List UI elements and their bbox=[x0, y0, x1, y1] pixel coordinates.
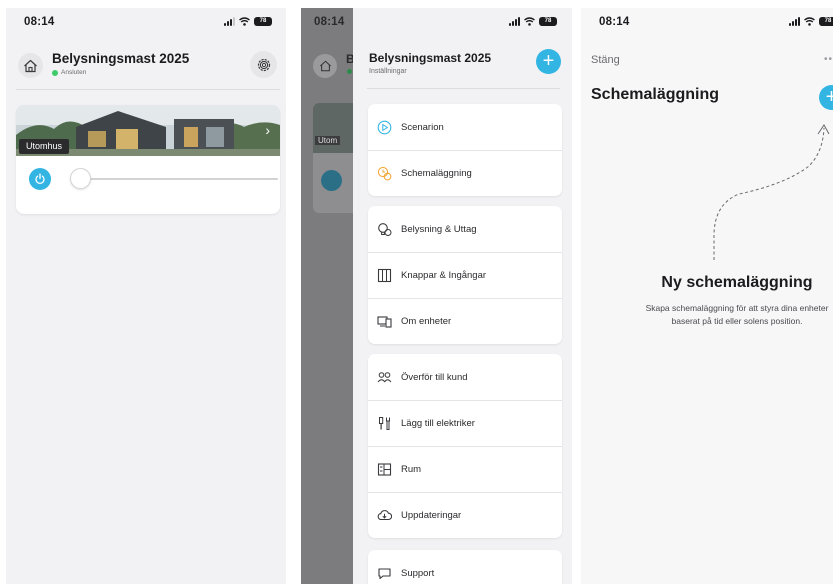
menu-item-om-enheter[interactable]: Om enheter bbox=[368, 298, 562, 344]
menu-item-rum[interactable]: Rum bbox=[368, 446, 562, 492]
settings-drawer: 78 Belysningsmast 2025 Inställningar + S… bbox=[353, 8, 572, 584]
home-icon bbox=[313, 54, 337, 78]
status-time: 08:14 bbox=[314, 16, 345, 28]
obscured-device-card: Utom bbox=[313, 103, 353, 213]
schedule-screen: 08:14 78 Stäng •• Schemaläggning + Ny sc… bbox=[581, 8, 833, 584]
settings-button[interactable] bbox=[250, 51, 277, 78]
menu-item-schemalaggning[interactable]: Schemaläggning bbox=[368, 150, 562, 196]
status-dot bbox=[347, 69, 352, 74]
connection-status: Ansluten bbox=[52, 69, 86, 76]
plus-icon: + bbox=[542, 50, 555, 72]
menu-item-label: Om enheter bbox=[401, 316, 452, 327]
menu-item-label: Support bbox=[401, 567, 435, 579]
add-button[interactable]: + bbox=[536, 49, 561, 74]
brightness-slider-thumb[interactable] bbox=[70, 168, 91, 189]
home-icon bbox=[24, 59, 37, 72]
wifi-icon bbox=[239, 17, 250, 26]
menu-item-uppdateringar[interactable]: Uppdateringar bbox=[368, 492, 562, 538]
dashed-arrow-icon bbox=[713, 124, 830, 260]
lightbulb-icon bbox=[377, 222, 392, 237]
drawer-subtitle: Inställningar bbox=[369, 68, 407, 75]
header-divider bbox=[367, 88, 560, 89]
menu-item-label: Scenarion bbox=[401, 121, 444, 133]
connection-status-label: Ansluten bbox=[61, 69, 87, 76]
menu-group-1: Scenarion Schemaläggning bbox=[368, 104, 562, 196]
drawer-title: Belysningsmast 2025 bbox=[369, 51, 492, 65]
devices-icon bbox=[377, 314, 392, 329]
empty-state-description-line2: baserat på tid eller solens position. bbox=[671, 315, 803, 326]
power-button[interactable] bbox=[29, 168, 51, 190]
gear-icon bbox=[257, 58, 270, 71]
tools-icon bbox=[377, 416, 392, 431]
signal-icon bbox=[509, 17, 520, 26]
obscured-device-name: Utom bbox=[315, 136, 341, 145]
device-photo bbox=[313, 103, 353, 153]
menu-item-label: Lägg till elektriker bbox=[401, 418, 475, 429]
power-icon bbox=[321, 170, 342, 191]
device-name: Utomhus bbox=[19, 139, 70, 154]
menu-item-knappar-ingangar[interactable]: Knappar & Ingångar bbox=[368, 252, 562, 298]
chevron-right-icon[interactable]: › bbox=[265, 122, 270, 138]
status-time: 08:14 bbox=[24, 16, 55, 28]
status-bar: 08:14 78 bbox=[6, 8, 286, 38]
empty-state-description-line1: Skapa schemaläggning för att styra dina … bbox=[645, 303, 829, 313]
empty-state-description: Skapa schemaläggning för att styra dina … bbox=[581, 302, 833, 327]
play-circle-icon bbox=[377, 120, 392, 135]
menu-item-label: Överför till kund bbox=[401, 371, 468, 383]
page-title: Belysningsmast 2025 bbox=[52, 51, 190, 66]
transfer-users-icon bbox=[377, 370, 392, 385]
signal-icon bbox=[224, 17, 235, 26]
battery-icon: 78 bbox=[254, 17, 272, 26]
status-dot bbox=[52, 69, 58, 76]
status-icons: 78 bbox=[224, 17, 272, 26]
menu-item-label: Schemaläggning bbox=[401, 168, 472, 179]
menu-item-belysning-uttag[interactable]: Belysning & Uttag bbox=[368, 206, 562, 252]
menu-item-support[interactable]: Support bbox=[368, 550, 562, 584]
chat-bubble-icon bbox=[377, 566, 392, 581]
schedule-icon bbox=[377, 166, 392, 181]
brightness-slider-track[interactable] bbox=[71, 178, 278, 180]
status-icons: 78 bbox=[509, 17, 557, 26]
empty-state-title: Ny schemaläggning bbox=[661, 274, 813, 291]
menu-group-3: Överför till kund Lägg till elektriker R… bbox=[368, 354, 562, 538]
menu-group-2: Belysning & Uttag Knappar & Ingångar Om … bbox=[368, 206, 562, 344]
cloud-download-icon bbox=[377, 508, 392, 523]
power-icon bbox=[35, 173, 45, 185]
menu-item-label: Rum bbox=[401, 464, 422, 475]
menu-item-label: Uppdateringar bbox=[401, 510, 462, 521]
menu-item-label: Knappar & Ingångar bbox=[401, 270, 487, 281]
menu-item-label: Belysning & Uttag bbox=[401, 223, 477, 235]
dimmed-background[interactable]: 08:14 B Utom bbox=[301, 8, 355, 584]
menu-group-4: Support bbox=[368, 550, 562, 584]
battery-icon: 78 bbox=[539, 17, 557, 26]
device-card[interactable]: Utomhus › bbox=[16, 105, 280, 214]
menu-item-scenarion[interactable]: Scenarion bbox=[368, 104, 562, 150]
wifi-icon bbox=[524, 17, 535, 26]
menu-screen: 08:14 B Utom 78 Belysningsmast 2025 Inst… bbox=[301, 8, 572, 584]
button-panel-icon bbox=[377, 268, 392, 283]
menu-item-overfor-till-kund[interactable]: Överför till kund bbox=[368, 354, 562, 400]
header-divider bbox=[16, 89, 280, 90]
home-screen: 08:14 78 Belysningsmast 2025 Ansluten Ut… bbox=[6, 8, 286, 584]
menu-item-lagg-till-elektriker[interactable]: Lägg till elektriker bbox=[368, 400, 562, 446]
home-button[interactable] bbox=[18, 53, 43, 78]
rooms-icon bbox=[377, 462, 392, 477]
